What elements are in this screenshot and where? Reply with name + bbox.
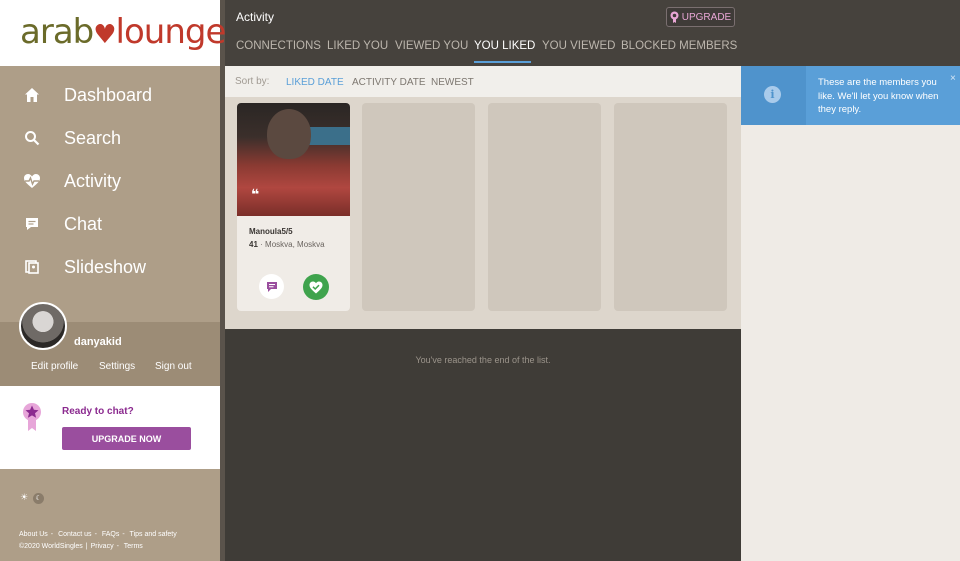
sign-out-link[interactable]: Sign out — [155, 361, 192, 372]
upgrade-button[interactable]: UPGRADE — [666, 7, 735, 27]
empty-card-placeholder — [362, 103, 475, 311]
sidebar-item-dashboard[interactable]: Dashboard — [0, 75, 220, 115]
logo[interactable]: arab♥lounge — [20, 10, 227, 57]
sidebar-item-search[interactable]: Search — [0, 118, 220, 158]
footer-separator: - — [122, 531, 125, 538]
upgrade-label: UPGRADE — [681, 11, 732, 23]
page-title: Activity — [236, 10, 275, 24]
ready-to-chat-text: Ready to chat? — [62, 406, 134, 417]
privacy-link[interactable]: Privacy — [91, 543, 114, 550]
tab-you-viewed[interactable]: YOU VIEWED — [542, 40, 615, 52]
username[interactable]: danyakid — [74, 336, 122, 348]
home-icon — [22, 85, 42, 105]
sidebar-item-chat[interactable]: Chat — [0, 204, 220, 244]
logo-heart-icon: ♥ — [93, 20, 116, 50]
member-photo[interactable]: ❝ — [237, 103, 350, 216]
sidebar-item-label: Chat — [64, 213, 103, 234]
sort-newest[interactable]: NEWEST — [431, 77, 474, 88]
footer-separator: - — [50, 531, 54, 538]
member-details: 41 · Moskva, Moskva — [249, 240, 325, 249]
award-ribbon-icon — [23, 403, 41, 431]
sidebar-item-label: Dashboard — [64, 84, 153, 105]
contact-link[interactable]: Contact us — [58, 531, 91, 538]
footer-separator: | — [85, 543, 88, 550]
logo-text-lounge: lounge — [115, 12, 227, 52]
sidebar-item-activity[interactable]: Activity — [0, 161, 220, 201]
edit-profile-link[interactable]: Edit profile — [31, 361, 78, 372]
sidebar-item-label: Slideshow — [64, 256, 147, 277]
liked-button[interactable] — [303, 274, 329, 300]
logo-container[interactable]: arab♥lounge — [0, 0, 226, 66]
member-location: Moskva, Moskva — [265, 240, 325, 249]
content-background — [741, 66, 960, 561]
chat-button[interactable] — [259, 274, 284, 299]
tab-liked-you[interactable]: LIKED YOU — [327, 40, 388, 52]
slideshow-icon — [22, 257, 42, 277]
sort-liked-date[interactable]: LIKED DATE — [286, 77, 344, 88]
empty-card-placeholder — [614, 103, 727, 311]
logo-text-arab: arab — [20, 12, 94, 52]
member-card[interactable]: ❝ Manoula5/5 41 · Moskva, Moskva — [237, 103, 350, 311]
info-icon: i — [764, 86, 781, 103]
settings-link[interactable]: Settings — [99, 361, 135, 372]
award-ribbon-icon — [670, 11, 679, 23]
member-age: 41 — [249, 240, 258, 249]
member-name[interactable]: Manoula5/5 — [249, 227, 293, 236]
active-tab-indicator — [474, 61, 531, 63]
empty-card-placeholder — [488, 103, 601, 311]
copyright-text: ©2020 WorldSingles — [19, 543, 83, 550]
about-link[interactable]: About Us — [19, 531, 48, 538]
faqs-link[interactable]: FAQs — [102, 531, 120, 538]
end-of-list-text: You've reached the end of the list. — [415, 355, 551, 365]
tab-viewed-you[interactable]: VIEWED YOU — [395, 40, 468, 52]
terms-link[interactable]: Terms — [124, 543, 143, 550]
moon-icon[interactable]: ☾ — [32, 493, 44, 504]
chat-icon — [266, 281, 277, 292]
photo-background — [305, 127, 350, 145]
footer-separator: - — [116, 543, 119, 550]
footer-separator: - — [94, 531, 97, 538]
activity-header — [225, 0, 960, 66]
theme-toggle[interactable]: ☀ ☾ — [20, 493, 44, 504]
tips-link[interactable]: Tips and safety — [130, 531, 177, 538]
photo-subject — [267, 109, 311, 159]
sun-icon[interactable]: ☀ — [20, 493, 28, 503]
heart-check-icon — [309, 281, 323, 293]
tab-connections[interactable]: CONNECTIONS — [236, 40, 321, 52]
avatar[interactable] — [19, 302, 67, 350]
close-icon[interactable]: × — [950, 73, 956, 84]
sort-label: Sort by: — [235, 76, 270, 87]
tab-you-liked[interactable]: YOU LIKED — [474, 40, 535, 52]
search-icon — [22, 128, 42, 148]
heartbeat-icon — [22, 171, 42, 191]
sidebar-item-label: Activity — [64, 170, 122, 191]
tooltip-text: These are the members you like. We'll le… — [818, 77, 939, 115]
upgrade-now-button[interactable]: UPGRADE NOW — [62, 427, 191, 450]
sidebar-item-slideshow[interactable]: Slideshow — [0, 247, 220, 287]
tab-blocked-members[interactable]: BLOCKED MEMBERS — [621, 40, 737, 52]
chat-icon — [22, 214, 42, 234]
sort-activity-date[interactable]: ACTIVITY DATE — [352, 77, 426, 88]
footer-legal: ©2020 WorldSingles | Privacy - Terms — [19, 543, 146, 550]
sidebar-item-label: Search — [64, 127, 122, 148]
quote-icon[interactable]: ❝ — [251, 187, 259, 203]
footer-links: About Us - Contact us - FAQs - Tips and saf… — [19, 531, 180, 538]
